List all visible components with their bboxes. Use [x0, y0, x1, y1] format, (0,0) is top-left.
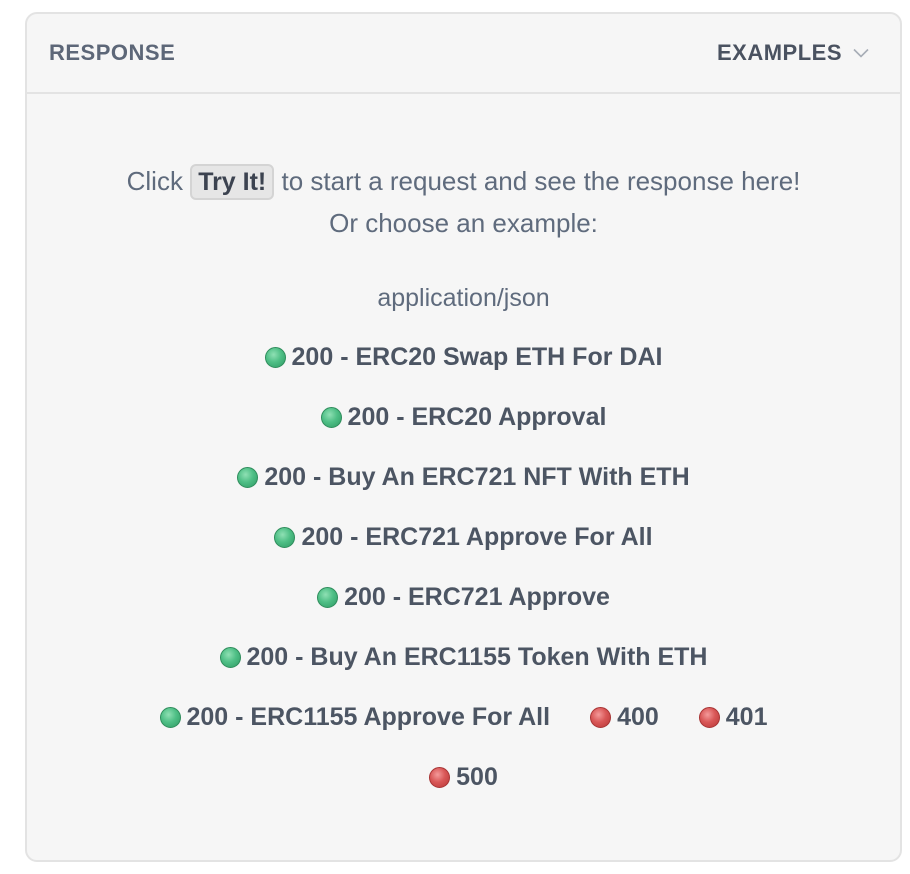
- examples-dropdown-toggle[interactable]: EXAMPLES: [717, 40, 870, 66]
- example-item[interactable]: 401: [698, 687, 768, 747]
- green-dot-icon: [264, 346, 286, 368]
- example-item[interactable]: 200 - ERC721 Approve For All: [107, 507, 820, 567]
- example-label: 200 - Buy An ERC721 NFT With ETH: [264, 462, 690, 491]
- mime-type-label: application/json: [377, 284, 550, 312]
- intro-prefix: Click: [126, 166, 183, 196]
- intro-text: Click Try It! to start a request and see…: [27, 160, 900, 244]
- example-item[interactable]: 200 - ERC20 Swap ETH For DAI: [107, 327, 820, 387]
- green-dot-icon: [274, 526, 296, 548]
- example-item[interactable]: 400: [590, 687, 659, 747]
- examples-label: EXAMPLES: [716, 40, 842, 65]
- response-panel: RESPONSE EXAMPLES Click Try It! to start…: [25, 12, 902, 862]
- example-label: 200 - ERC20 Approval: [347, 402, 607, 431]
- example-item[interactable]: 500: [107, 747, 820, 807]
- response-header: RESPONSE EXAMPLES: [27, 14, 900, 94]
- try-it-button[interactable]: Try It!: [190, 164, 275, 200]
- response-title: RESPONSE: [49, 40, 176, 65]
- example-label: 200 - ERC20 Swap ETH For DAI: [291, 342, 663, 371]
- green-dot-icon: [317, 586, 339, 608]
- example-label: 200 - ERC721 Approve: [344, 582, 610, 611]
- red-dot-icon: [698, 706, 720, 728]
- red-dot-icon: [429, 766, 451, 788]
- example-label: 200 - ERC721 Approve For All: [301, 522, 653, 551]
- example-item[interactable]: 200 - ERC721 Approve: [107, 567, 820, 627]
- green-dot-icon: [320, 406, 342, 428]
- examples-list: 200 - ERC20 Swap ETH For DAI 200 - ERC20…: [27, 327, 900, 807]
- chevron-down-icon: [852, 44, 870, 62]
- example-item[interactable]: 200 - Buy An ERC721 NFT With ETH: [107, 447, 820, 507]
- example-label: 200 - Buy An ERC1155 Token With ETH: [246, 642, 708, 671]
- example-label: 500: [456, 762, 498, 791]
- intro-line2: Or choose an example:: [329, 208, 598, 238]
- green-dot-icon: [219, 646, 241, 668]
- example-item[interactable]: 200 - ERC1155 Approve For All: [159, 687, 551, 747]
- intro-suffix: to start a request and see the response …: [281, 166, 801, 196]
- example-label: 200 - ERC1155 Approve For All: [186, 702, 551, 731]
- example-label: 400: [617, 702, 659, 731]
- green-dot-icon: [237, 466, 259, 488]
- red-dot-icon: [590, 706, 612, 728]
- example-item[interactable]: 200 - Buy An ERC1155 Token With ETH: [107, 627, 820, 687]
- response-body: Click Try It! to start a request and see…: [27, 160, 900, 807]
- green-dot-icon: [159, 706, 181, 728]
- example-item[interactable]: 200 - ERC20 Approval: [107, 387, 820, 447]
- example-label: 401: [725, 702, 768, 731]
